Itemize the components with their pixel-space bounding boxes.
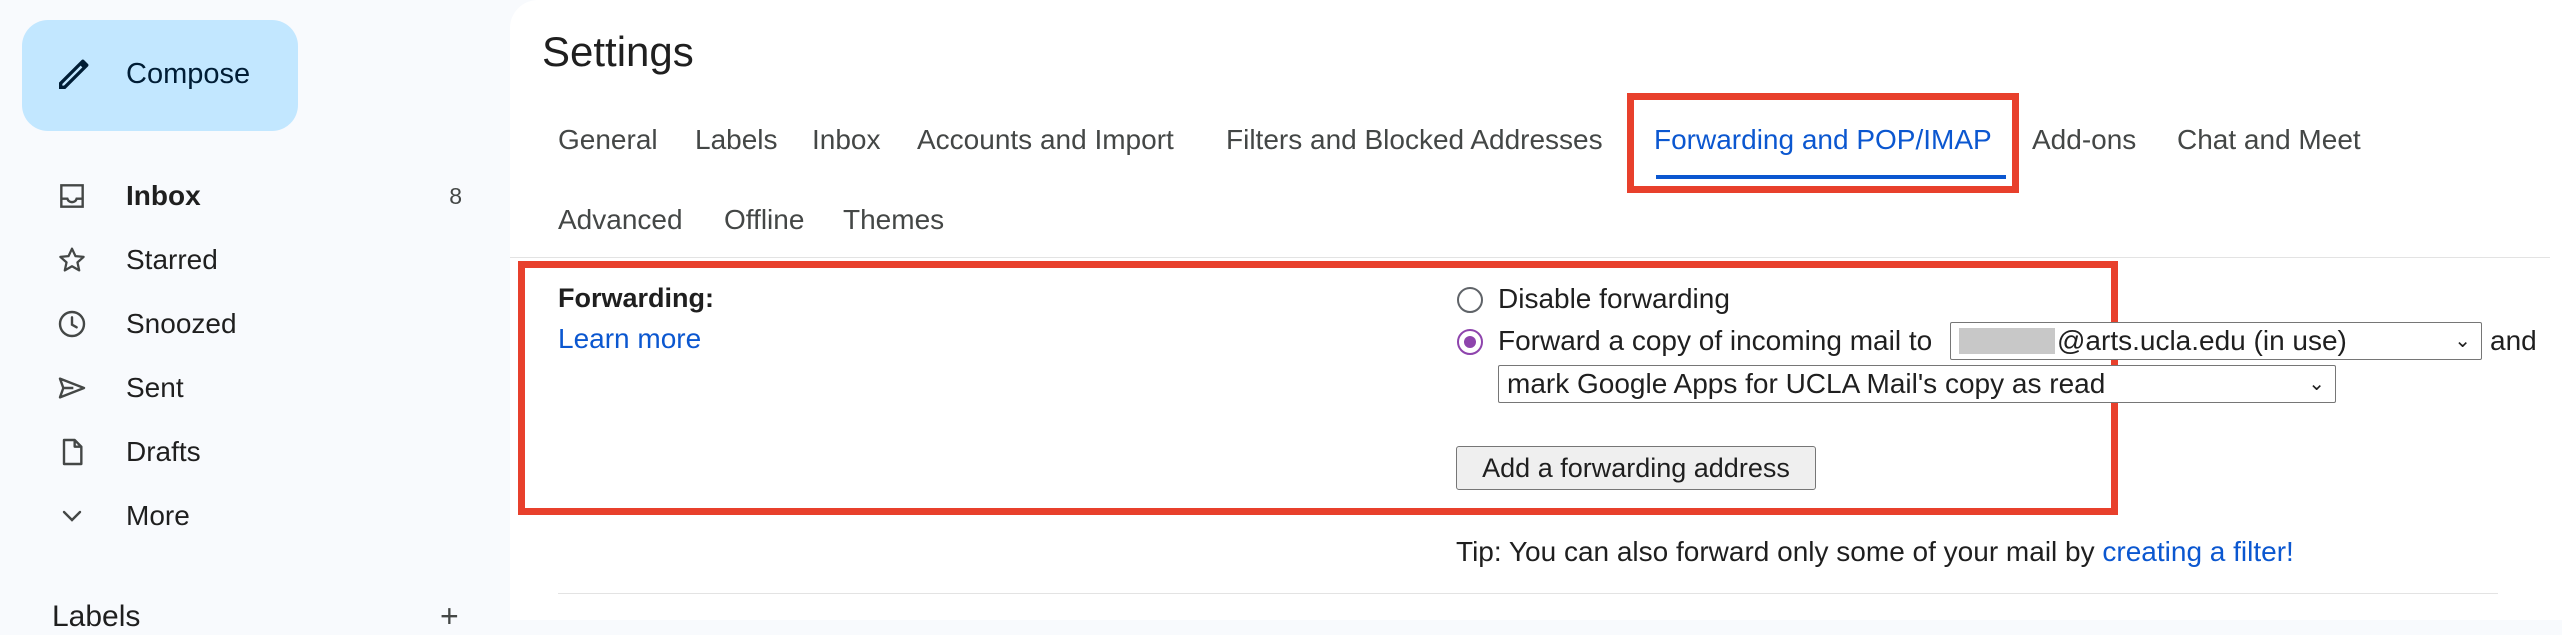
sidebar: Compose Inbox 8 Starred Snoozed Sent Dra… [0, 0, 510, 634]
compose-label: Compose [126, 58, 251, 90]
forward-address-select[interactable]: @arts.ucla.edu (in use) ⌄ [1950, 322, 2482, 360]
tab-inbox[interactable]: Inbox [812, 124, 881, 156]
tip-text: Tip: You can also forward only some of y… [1456, 536, 2095, 567]
chevron-down-icon: ⌄ [2308, 373, 2325, 395]
labels-heading: Labels [52, 600, 141, 633]
sidebar-item-sent[interactable]: Sent [0, 358, 490, 416]
redacted-username [1959, 328, 2055, 354]
sidebar-item-drafts[interactable]: Drafts [0, 422, 490, 480]
tab-advanced[interactable]: Advanced [558, 204, 683, 236]
sidebar-item-label: Snoozed [126, 308, 237, 339]
clock-icon [58, 310, 86, 338]
sidebar-item-label: Inbox [126, 180, 201, 211]
tab-offline[interactable]: Offline [724, 204, 804, 236]
forward-copy-radio[interactable] [1457, 329, 1483, 355]
disable-forwarding-label: Disable forwarding [1498, 283, 1730, 314]
tab-themes[interactable]: Themes [843, 204, 944, 236]
tab-general[interactable]: General [558, 124, 658, 156]
sidebar-item-label: Drafts [126, 436, 201, 467]
pencil-icon [59, 59, 89, 89]
highlight-box-tab [1627, 93, 2019, 193]
creating-filter-link[interactable]: creating a filter! [2102, 536, 2293, 567]
divider [510, 257, 2550, 258]
sidebar-item-snoozed[interactable]: Snoozed [0, 294, 490, 352]
tab-add-ons[interactable]: Add-ons [2032, 124, 2136, 156]
sidebar-item-label: Starred [126, 244, 218, 275]
sidebar-item-more[interactable]: More [0, 486, 490, 544]
sidebar-item-label: Sent [126, 372, 184, 403]
tab-chat-and-meet[interactable]: Chat and Meet [2177, 124, 2361, 156]
add-forwarding-address-button[interactable]: Add a forwarding address [1456, 446, 1816, 490]
and-text: and [2490, 325, 2537, 356]
settings-panel: Settings General Labels Inbox Accounts a… [510, 0, 2562, 620]
forward-copy-label: Forward a copy of incoming mail to [1498, 325, 1933, 356]
chevron-down-icon: ⌄ [2454, 330, 2471, 352]
chevron-down-icon [62, 510, 82, 522]
star-icon [59, 247, 85, 272]
tab-filters-and-blocked-addresses[interactable]: Filters and Blocked Addresses [1226, 124, 1603, 156]
forwarding-tip: Tip: You can also forward only some of y… [1456, 536, 2294, 568]
forward-action-select[interactable]: mark Google Apps for UCLA Mail's copy as… [1498, 365, 2336, 403]
page-title: Settings [542, 28, 694, 75]
forward-address-value: @arts.ucla.edu (in use) [2057, 325, 2347, 356]
divider [558, 593, 2498, 594]
learn-more-link[interactable]: Learn more [558, 323, 701, 355]
send-icon [58, 377, 86, 399]
compose-button[interactable]: Compose [22, 20, 298, 131]
forward-action-value: mark Google Apps for UCLA Mail's copy as… [1507, 368, 2106, 399]
tab-labels[interactable]: Labels [695, 124, 778, 156]
sidebar-item-label: More [126, 500, 190, 531]
disable-forwarding-radio[interactable] [1457, 287, 1483, 313]
unread-count: 8 [449, 183, 462, 209]
sidebar-item-inbox[interactable]: Inbox 8 [0, 166, 490, 224]
add-label-button[interactable]: + [440, 598, 459, 635]
tab-accounts-and-import[interactable]: Accounts and Import [917, 124, 1174, 156]
inbox-icon [60, 184, 84, 208]
sidebar-item-starred[interactable]: Starred [0, 230, 490, 288]
forwarding-label: Forwarding: [558, 283, 714, 313]
draft-icon [62, 438, 83, 466]
